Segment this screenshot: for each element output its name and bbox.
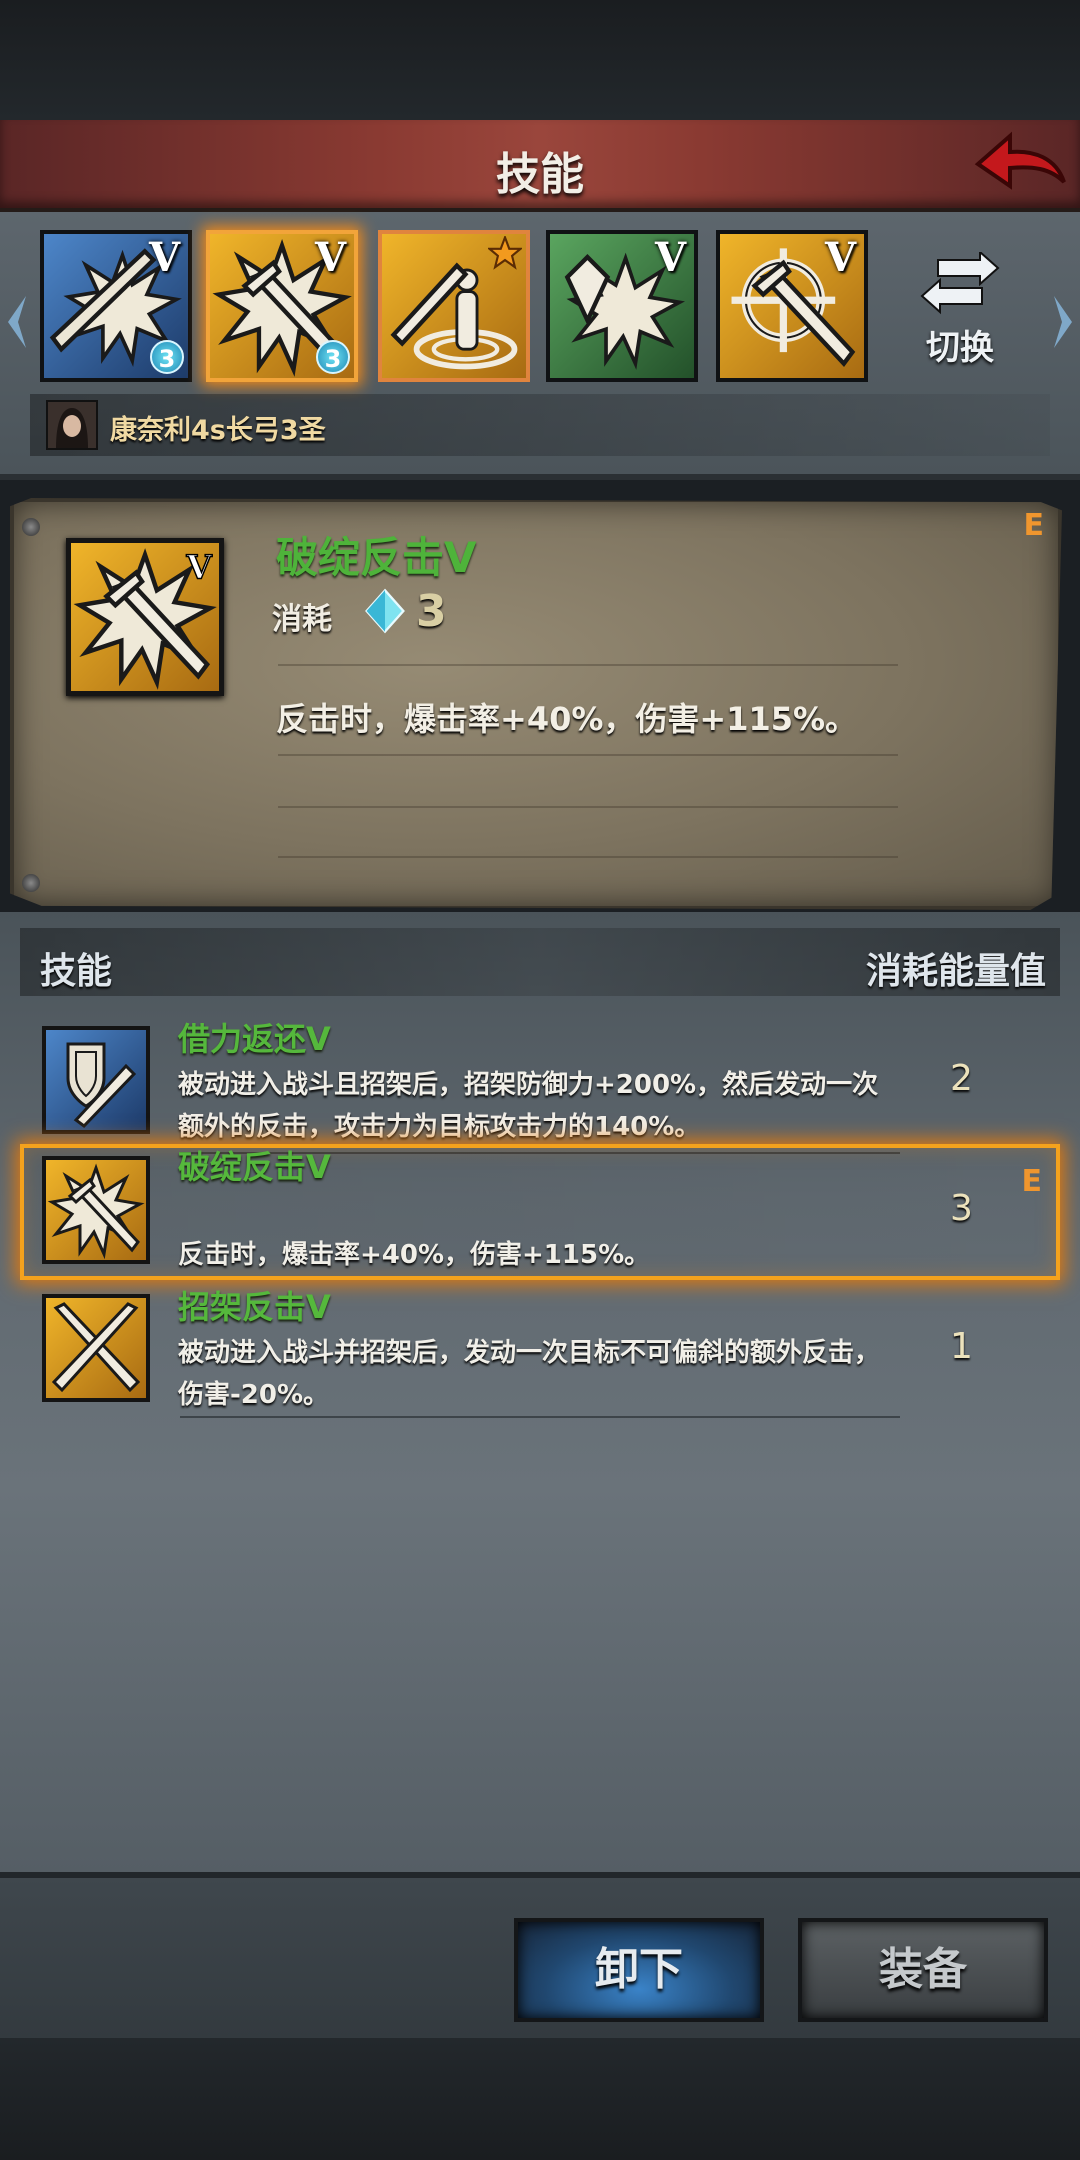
row-skill-desc: 反击时，爆击率+40%，伤害+115%。 (178, 1192, 938, 1276)
detail-skill-name: 破绽反击V (276, 533, 477, 582)
switch-label: 切换 (926, 328, 994, 368)
character-portrait-icon (48, 402, 96, 448)
unequip-button[interactable]: 卸下 (514, 1918, 764, 2022)
equip-button[interactable]: 装备 (798, 1918, 1048, 2022)
divider (278, 754, 898, 756)
row-desc-line: 被动进入战斗并招架后，发动一次目标不可偏斜的额外反击， (178, 1338, 881, 1368)
row-skill-name: 招架反击V (178, 1288, 331, 1326)
level-badge: 3 (316, 340, 350, 374)
tier-label: V (314, 234, 346, 281)
skill-bar-panel: V 3 V 3 V V 切换 康奈利4s长弓3圣 (0, 212, 1080, 480)
row-desc-line: 被动进入战斗且招架后，招架防御力+200%，然后发动一次 (178, 1070, 879, 1100)
list-header-skill: 技能 (40, 951, 113, 992)
divider (180, 1416, 900, 1418)
detail-description: 反击时，爆击率+40%，伤害+115%。 (276, 700, 858, 738)
row-cost: 2 (950, 1058, 973, 1099)
skill-slot-4[interactable]: V (546, 230, 698, 382)
rivet-icon (22, 874, 40, 892)
switch-button[interactable]: 切换 (910, 249, 1010, 372)
cost-value: 3 (416, 586, 447, 637)
detail-skill-icon: V (66, 538, 224, 696)
list-header: 技能 消耗能量值 (20, 928, 1060, 996)
skill-slot-2[interactable]: V 3 (206, 230, 358, 382)
row-desc-line: 伤害-20%。 (178, 1380, 330, 1410)
divider (278, 856, 898, 858)
riposte-burst-icon (46, 1160, 146, 1260)
tier-label: V (654, 234, 686, 281)
row-skill-icon (42, 1026, 150, 1134)
title-banner: 技能 (0, 120, 1080, 212)
row-skill-desc: 被动进入战斗并招架后，发动一次目标不可偏斜的额外反击， 伤害-20%。 (178, 1332, 938, 1416)
list-item[interactable]: 招架反击V 被动进入战斗并招架后，发动一次目标不可偏斜的额外反击， 伤害-20%… (20, 1282, 1060, 1418)
row-skill-icon (42, 1294, 150, 1402)
back-button[interactable] (970, 128, 1070, 204)
tier-label: V (824, 234, 856, 281)
skill-slot-3[interactable] (378, 230, 530, 382)
skill-slot-1[interactable]: V 3 (40, 230, 192, 382)
character-row: 康奈利4s长弓3圣 (30, 394, 1050, 456)
chevron-right-icon[interactable] (1052, 292, 1076, 352)
chevron-left-icon[interactable] (4, 292, 28, 352)
divider (278, 806, 898, 808)
tier-label: V (148, 234, 180, 281)
shield-sword-icon (46, 1030, 146, 1130)
row-skill-name: 破绽反击V (178, 1148, 331, 1186)
character-name: 康奈利4s长弓3圣 (110, 415, 326, 446)
cost-label: 消耗 (272, 602, 332, 637)
bottom-bar (0, 2038, 1080, 2160)
row-desc-line (178, 1192, 938, 1234)
list-item-selected[interactable]: 破绽反击V 反击时，爆击率+40%，伤害+115%。 3 E (20, 1144, 1060, 1280)
top-bar (0, 0, 1080, 120)
row-skill-icon (42, 1156, 150, 1264)
row-skill-name: 借力返还V (178, 1020, 331, 1058)
level-badge: 3 (150, 340, 184, 374)
riposte-burst-icon: V (71, 543, 219, 691)
star-icon (488, 236, 522, 270)
energy-gem-icon (365, 588, 405, 634)
list-item[interactable]: 借力返还V 被动进入战斗且招架后，招架防御力+200%，然后发动一次 额外的反击… (20, 1014, 1060, 1150)
avatar[interactable] (46, 400, 98, 450)
swap-arrows-icon (920, 249, 1000, 315)
row-cost: 1 (950, 1326, 973, 1367)
list-header-cost: 消耗能量值 (865, 951, 1046, 992)
skill-slot-5[interactable]: V (716, 230, 868, 382)
divider (278, 664, 898, 666)
skill-detail-card: E V 破绽反击V 消耗 3 反击时，爆击率+40%，伤害+115%。 (10, 498, 1062, 910)
rank-badge: E (1023, 508, 1045, 543)
skill-list: 技能 消耗能量值 借力返还V 被动进入战斗且招架后，招架防御力+200%，然后发… (0, 912, 1080, 1872)
row-desc-line: 反击时，爆击率+40%，伤害+115%。 (178, 1240, 651, 1270)
back-arrow-icon (974, 131, 1066, 190)
tier-label: V (185, 548, 212, 587)
rank-badge: E (1021, 1164, 1043, 1199)
crossed-swords-icon (46, 1298, 146, 1398)
page-title: 技能 (496, 149, 584, 200)
rivet-icon (22, 518, 40, 536)
row-cost: 3 (950, 1188, 973, 1229)
row-skill-desc: 被动进入战斗且招架后，招架防御力+200%，然后发动一次 额外的反击，攻击力为目… (178, 1064, 938, 1148)
action-bar: 卸下 装备 (0, 1872, 1080, 2038)
